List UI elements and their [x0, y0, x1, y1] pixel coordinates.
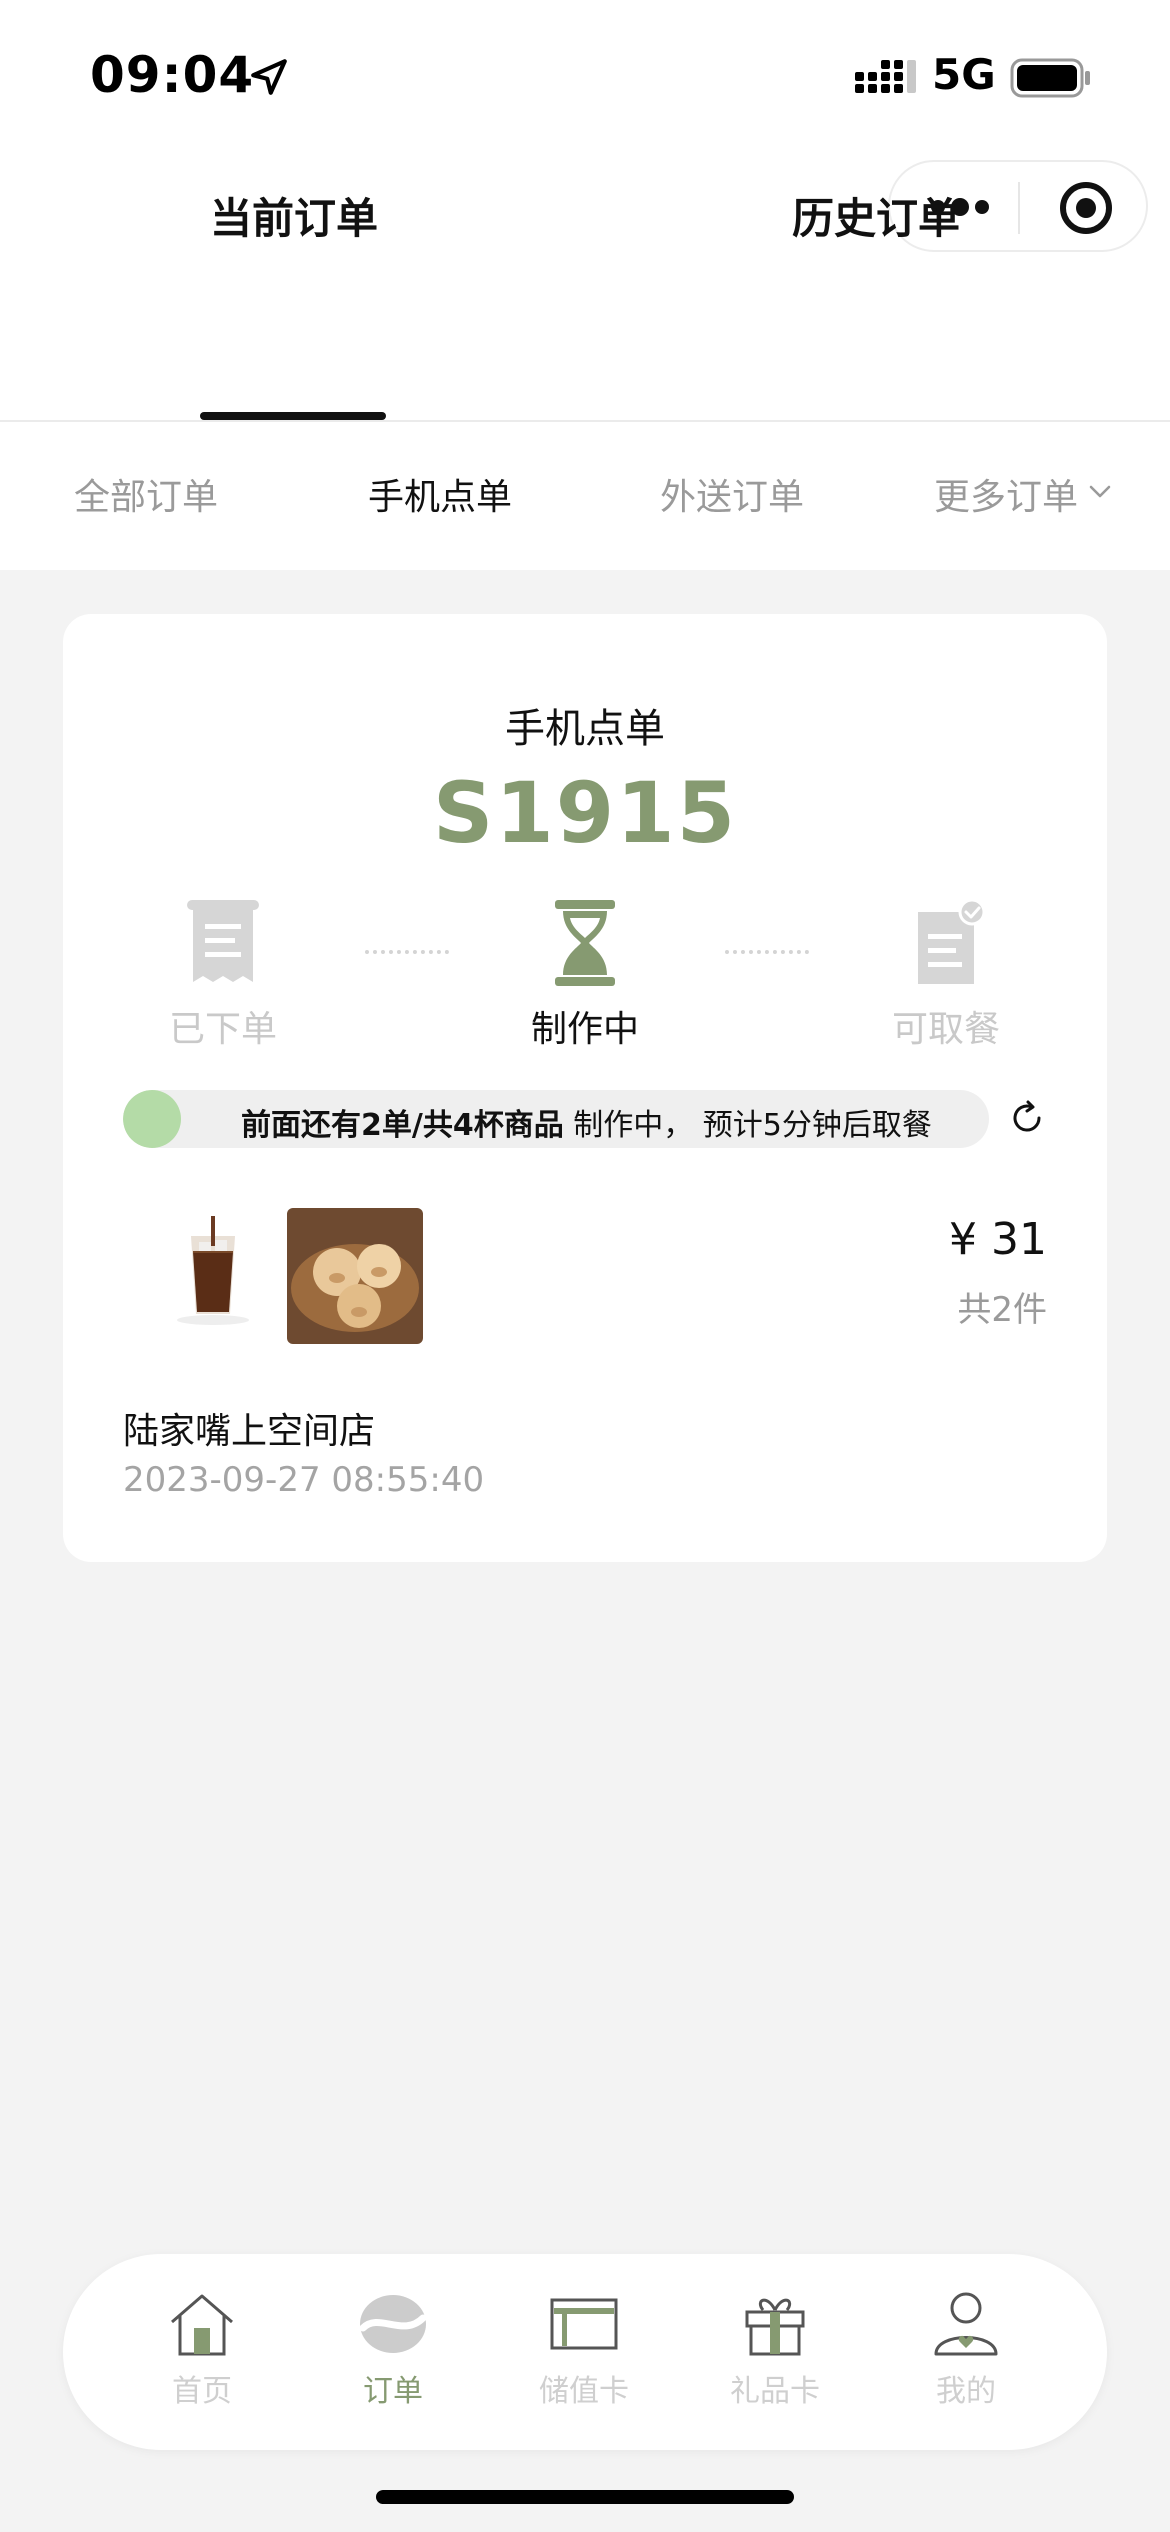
step-connector — [365, 950, 449, 958]
order-price: ¥ 31 — [949, 1214, 1047, 1265]
tabbar-label: 我的 — [936, 2374, 996, 2409]
gift-icon — [745, 2298, 805, 2356]
tab-history-orders[interactable]: 历史订单 — [792, 185, 960, 246]
queue-progress-fill — [123, 1090, 181, 1148]
pickup-code: S1915 — [432, 764, 738, 862]
home-icon — [171, 2294, 233, 2356]
queue-eta-text: 制作中， 预计5分钟后取餐 — [563, 1108, 932, 1143]
tabbar-label: 礼品卡 — [730, 2374, 820, 2409]
step-label: 已下单 — [168, 1009, 277, 1050]
queue-progress-bar: 前面还有2单/共4杯商品 制作中， 预计5分钟后取餐 — [123, 1090, 989, 1148]
tabbar-label: 订单 — [363, 2374, 423, 2409]
chevron-down-icon[interactable] — [1086, 478, 1114, 506]
hourglass-icon — [555, 900, 615, 986]
status-time: 09:04 — [90, 46, 255, 104]
tabbar-item-profile[interactable]: 我的 — [891, 2288, 1041, 2410]
capsule-divider — [1018, 182, 1020, 234]
tab-current-orders[interactable]: 当前订单 — [210, 185, 378, 246]
subtab-delivery-orders[interactable]: 外送订单 — [660, 468, 804, 520]
tabbar-item-gift-card[interactable]: 礼品卡 — [700, 2288, 850, 2410]
step-order-placed: 已下单 — [133, 898, 313, 1052]
network-label: 5G — [932, 50, 996, 99]
store-name: 陆家嘴上空间店 — [123, 1411, 376, 1452]
refresh-icon[interactable] — [1007, 1098, 1047, 1138]
target-icon[interactable] — [1058, 180, 1114, 236]
bottom-tab-bar: 首页 订单 储值卡 礼品卡 我的 — [63, 2254, 1107, 2450]
subtab-all-orders[interactable]: 全部订单 — [74, 468, 218, 520]
location-arrow-icon — [251, 59, 287, 95]
header-divider — [0, 420, 1170, 422]
step-label: 可取餐 — [891, 1009, 1000, 1050]
queue-count-text: 前面还有2单/共4杯商品 — [241, 1108, 564, 1143]
person-icon — [934, 2292, 998, 2356]
active-tab-indicator — [200, 412, 386, 420]
subtab-mobile-orders[interactable]: 手机点单 — [368, 468, 512, 520]
coffee-bean-icon — [359, 2295, 427, 2353]
step-label: 制作中 — [530, 1009, 639, 1050]
order-type-title: 手机点单 — [505, 706, 665, 752]
home-indicator — [376, 2490, 794, 2504]
iced-coffee-image — [177, 1216, 249, 1325]
queue-status-text: 前面还有2单/共4杯商品 制作中， 预计5分钟后取餐 — [241, 1100, 932, 1144]
subtab-more-orders[interactable]: 更多订单 — [934, 468, 1078, 520]
step-in-progress: 制作中 — [495, 898, 675, 1052]
tabbar-label: 首页 — [172, 2374, 232, 2409]
tabbar-item-home[interactable]: 首页 — [127, 2288, 277, 2410]
step-ready-pickup: 可取餐 — [856, 898, 1036, 1052]
card-icon — [550, 2298, 618, 2350]
tabbar-label: 储值卡 — [539, 2374, 629, 2409]
tabbar-item-orders[interactable]: 订单 — [318, 2288, 468, 2410]
item-count: 共2件 — [957, 1290, 1047, 1330]
pastry-image — [287, 1208, 423, 1344]
step-connector — [725, 950, 809, 958]
order-card[interactable]: 手机点单 S1915 已下单 制作中 可取餐 前面还有2单/共4杯商品 制作中， — [63, 614, 1107, 1562]
status-bar: 09:04 5G — [0, 0, 1170, 150]
receipt-icon — [187, 900, 259, 982]
ready-document-icon — [918, 898, 986, 984]
battery-icon — [1010, 58, 1090, 98]
order-time: 2023-09-27 08:55:40 — [123, 1460, 485, 1500]
signal-icon — [855, 60, 916, 93]
tabbar-item-stored-value-card[interactable]: 储值卡 — [509, 2288, 659, 2410]
